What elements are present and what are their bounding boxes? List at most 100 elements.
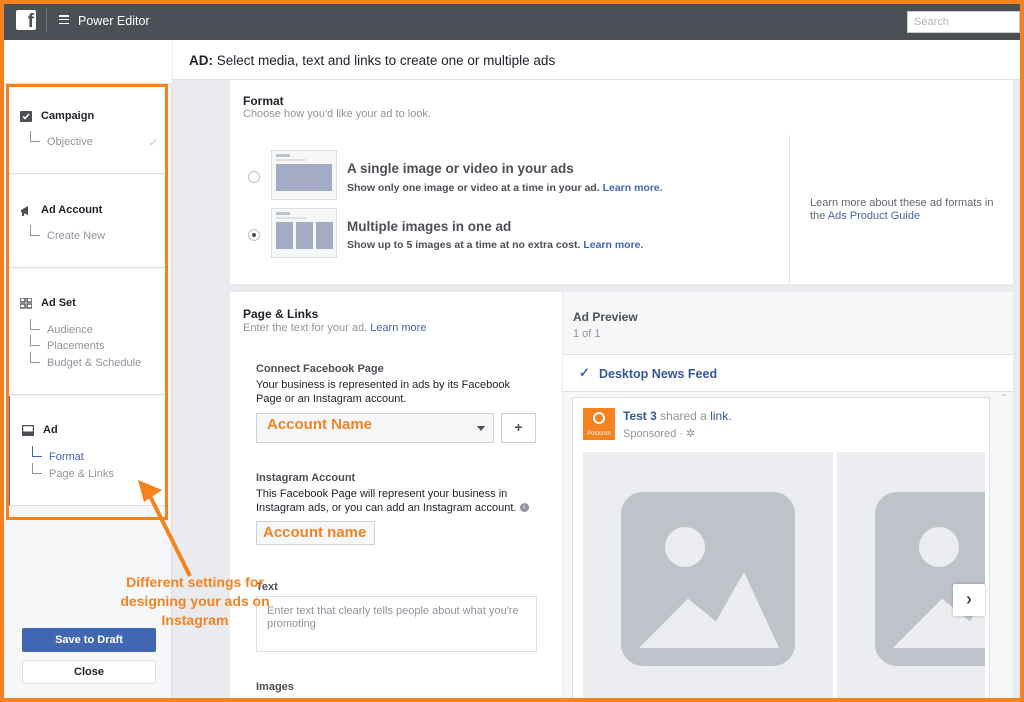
post-author-name[interactable]: Test 3 (623, 409, 657, 423)
post-link[interactable]: link. (710, 409, 731, 423)
sidebar-top-blank (0, 40, 172, 84)
connect-page-description: Your business is represented in ads by i… (256, 379, 510, 405)
sidebar-item-format[interactable]: Format (32, 446, 84, 463)
instagram-account-field[interactable]: Account name (256, 521, 375, 545)
tree-connector (32, 463, 42, 474)
option-description: Show only one image or video at a time i… (347, 182, 663, 194)
account-name-value: Account Name (267, 416, 373, 433)
divider (46, 8, 47, 32)
info-icon[interactable]: i (519, 503, 529, 513)
add-page-button[interactable]: + (501, 413, 536, 443)
sidebar-section-campaign[interactable]: Campaign Objective ✓ (8, 84, 168, 174)
ad-preview-post: Postcron Test 3 shared a link. Sponsored… (572, 397, 990, 702)
images-label: Images (256, 681, 294, 693)
hamburger-menu-icon[interactable] (59, 15, 69, 25)
ads-product-guide-link[interactable]: Ads Product Guide (828, 210, 920, 222)
ad-preview-title: Ad Preview (573, 310, 638, 324)
vertical-divider (789, 135, 790, 285)
sidebar-item-label: Page & Links (49, 468, 114, 480)
sidebar-item-ad-set[interactable]: Ad Set (19, 296, 76, 309)
sidebar-item-page-links[interactable]: Page & Links (32, 463, 114, 480)
search-input[interactable]: Search (907, 11, 1020, 33)
learn-more-link[interactable]: Learn more. (583, 239, 643, 251)
logo-word: Postcron (587, 431, 611, 437)
tree-connector (30, 319, 40, 330)
page-links-subtitle: Enter the text for your ad. Learn more (243, 322, 426, 334)
carousel-next-button[interactable]: › (953, 584, 985, 616)
single-image-thumbnail-icon (271, 150, 337, 200)
sidebar-item-create-new[interactable]: Create New (30, 225, 106, 242)
close-button[interactable]: Close (22, 660, 156, 684)
learn-more-link[interactable]: Learn more. (603, 182, 663, 194)
checkbox-icon (20, 110, 32, 122)
save-to-draft-button[interactable]: Save to Draft (22, 628, 156, 652)
annotation-note: Different settings for designing your ad… (120, 574, 270, 628)
top-bar: f Power Editor Search (0, 0, 1024, 40)
sidebar-item-objective[interactable]: Objective (30, 131, 93, 148)
multiple-images-thumbnail-icon (271, 208, 337, 258)
tree-connector (30, 352, 40, 363)
feed-label: Desktop News Feed (599, 367, 718, 381)
preview-count: 1 of 1 (573, 328, 601, 340)
page-links-subtitle-text: Enter the text for your ad. (243, 322, 368, 334)
sidebar-item-campaign[interactable]: Campaign (20, 110, 94, 122)
grid-icon (19, 296, 33, 309)
option-desc-text: Show only one image or video at a time i… (347, 182, 600, 194)
annotation-arrow-icon (138, 480, 192, 577)
instagram-desc-text: This Facebook Page will represent your b… (256, 488, 517, 514)
page-links-title: Page & Links (243, 307, 319, 321)
page-title: AD: Select media, text and links to crea… (173, 40, 1020, 80)
learn-more-link[interactable]: Learn more (370, 322, 426, 334)
instagram-account-label: Instagram Account (256, 472, 356, 484)
postcron-logo: Postcron (583, 408, 615, 440)
tree-connector (30, 335, 40, 346)
sidebar-section-ad-account[interactable]: Ad Account Create New (8, 175, 168, 268)
format-subtitle: Choose how you'd like your ad to look. (243, 108, 431, 120)
scroll-up-icon[interactable]: ⌃ (1000, 393, 1008, 404)
ad-text-input[interactable]: Enter text that clearly tells people abo… (256, 596, 537, 652)
tree-connector (30, 131, 40, 142)
sponsored-label: Sponsored · ✲ (623, 427, 695, 440)
sidebar-section-title: Campaign (41, 110, 95, 122)
sidebar-item-placements[interactable]: Placements (30, 335, 105, 352)
post-action: shared a (660, 409, 707, 423)
facebook-page-select[interactable]: Account Name (256, 413, 494, 443)
image-placeholder-icon (875, 492, 985, 666)
sidebar-section-title: Ad (43, 424, 58, 436)
checkmark-icon: ✓ (148, 137, 158, 149)
sidebar-item-label: Format (49, 451, 84, 463)
sidebar-item-label: Create New (47, 230, 106, 242)
chevron-down-icon (477, 426, 485, 431)
sidebar-section-title: Ad Account (41, 204, 103, 216)
header-prefix: AD: (189, 53, 213, 68)
sidebar-item-label: Objective (47, 136, 93, 148)
sidebar-item-ad-account[interactable]: Ad Account (20, 204, 102, 216)
sidebar-item-label: Placements (47, 340, 105, 352)
desktop-news-feed-tab[interactable]: ✓ Desktop News Feed (563, 354, 1013, 392)
instagram-account-description: This Facebook Page will represent your b… (256, 488, 536, 515)
option-title[interactable]: A single image or video in your ads (347, 161, 574, 176)
image-placeholder (837, 452, 985, 702)
option-title[interactable]: Multiple images in one ad (347, 219, 511, 234)
image-placeholder-icon (621, 492, 795, 666)
option-desc-text: Show up to 5 images at a time at no extr… (347, 239, 581, 251)
tree-connector (32, 446, 42, 457)
gear-icon[interactable]: ✲ (686, 428, 695, 440)
image-placeholder (583, 452, 833, 702)
megaphone-icon (20, 205, 32, 216)
header-text: Select media, text and links to create o… (216, 53, 556, 68)
radio-single-image[interactable] (248, 171, 260, 183)
connect-page-label: Connect Facebook Page (256, 363, 384, 375)
sidebar-item-budget-schedule[interactable]: Budget & Schedule (30, 352, 142, 369)
check-icon: ✓ (579, 365, 590, 380)
radio-multiple-images[interactable] (248, 229, 260, 241)
sidebar-section-ad-set[interactable]: Ad Set Audience Placements Budget & Sche… (8, 269, 168, 395)
facebook-logo-icon[interactable]: f (16, 10, 36, 32)
sidebar-item-label: Audience (47, 324, 93, 336)
sidebar-item-label: Budget & Schedule (47, 357, 142, 369)
ad-formats-note: Learn more about these ad formats in the… (810, 197, 1000, 223)
sidebar-section-title: Ad Set (41, 297, 76, 309)
sponsored-text: Sponsored · (623, 428, 686, 440)
sidebar-item-ad[interactable]: Ad (21, 424, 58, 436)
ad-icon (21, 424, 35, 436)
